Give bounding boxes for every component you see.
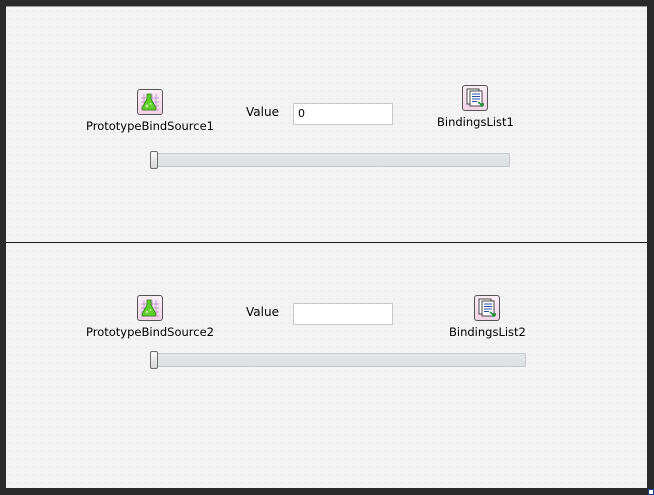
- value-label: Value: [246, 105, 279, 119]
- bindings-list-2[interactable]: BindingsList2: [449, 295, 526, 339]
- prototype-bind-source-2[interactable]: PrototypeBindSource2: [86, 295, 214, 339]
- value-slider-track[interactable]: [154, 353, 526, 367]
- value-slider-track[interactable]: [154, 153, 510, 167]
- document-list-icon: [474, 295, 501, 321]
- flask-grid-icon: [136, 89, 163, 115]
- form-designer-surface: PrototypeBindSource1 Value 0 BindingsLis…: [6, 6, 647, 488]
- bind-source-caption: PrototypeBindSource2: [86, 325, 214, 339]
- value-label: Value: [246, 305, 279, 319]
- bindings-list-caption: BindingsList2: [449, 325, 526, 339]
- value-slider-thumb[interactable]: [150, 351, 158, 369]
- document-list-icon: [462, 85, 489, 111]
- bindings-list-caption: BindingsList1: [437, 115, 514, 129]
- value-input[interactable]: 0: [293, 103, 393, 125]
- bottom-panel: PrototypeBindSource2 Value BindingsList2: [6, 243, 647, 489]
- prototype-bind-source-1[interactable]: PrototypeBindSource1: [86, 89, 214, 133]
- flask-grid-icon: [136, 295, 163, 321]
- bind-source-caption: PrototypeBindSource1: [86, 119, 214, 133]
- bindings-list-1[interactable]: BindingsList1: [437, 85, 514, 129]
- value-slider-thumb[interactable]: [150, 151, 158, 169]
- value-input[interactable]: [293, 303, 393, 325]
- top-panel: PrototypeBindSource1 Value 0 BindingsLis…: [6, 7, 647, 242]
- resize-grip-handle[interactable]: [648, 489, 654, 495]
